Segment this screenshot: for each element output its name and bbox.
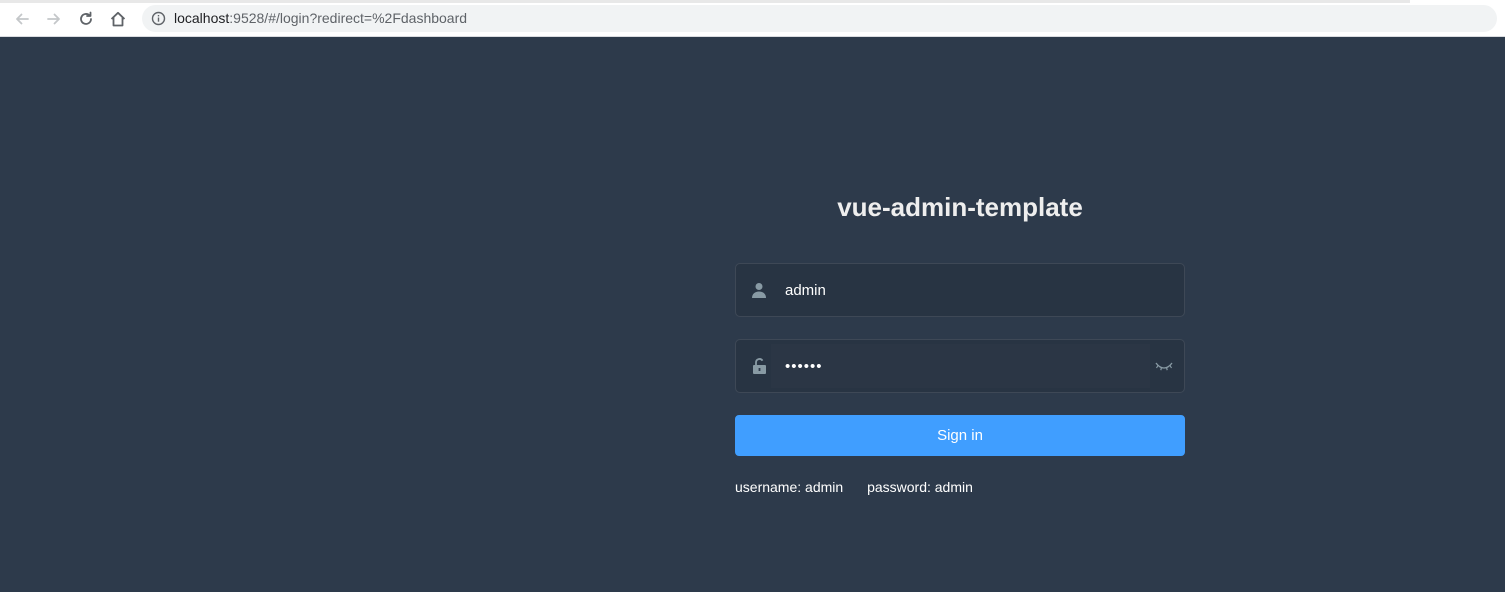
url-host: localhost <box>174 10 230 26</box>
user-icon <box>750 280 768 300</box>
home-button[interactable] <box>107 8 129 30</box>
lock-icon <box>750 356 768 376</box>
forward-button[interactable] <box>43 8 65 30</box>
password-input[interactable] <box>771 344 1150 388</box>
reload-button[interactable] <box>75 8 97 30</box>
browser-toolbar: localhost:9528/#/login?redirect=%2Fdashb… <box>0 0 1505 37</box>
home-icon <box>110 11 126 27</box>
reload-icon <box>80 11 92 25</box>
login-tips: username: admin password: admin <box>735 479 973 495</box>
username-input[interactable] <box>771 268 1150 312</box>
forward-arrow-icon <box>47 13 60 25</box>
tip-username: username: admin <box>735 479 844 495</box>
back-button[interactable] <box>11 8 33 30</box>
info-icon[interactable] <box>151 11 166 26</box>
password-field <box>735 339 1185 393</box>
eye-closed-icon[interactable] <box>1152 356 1176 376</box>
tab-strip <box>0 0 1410 3</box>
url-text[interactable]: localhost:9528/#/login?redirect=%2Fdashb… <box>174 10 467 26</box>
tip-password: password: admin <box>867 479 973 495</box>
sign-in-button[interactable]: Sign in <box>735 415 1185 456</box>
address-bar[interactable]: localhost:9528/#/login?redirect=%2Fdashb… <box>142 5 1497 32</box>
url-path: :9528/#/login?redirect=%2Fdashboard <box>229 10 468 26</box>
back-arrow-icon <box>16 13 29 25</box>
username-field <box>735 263 1185 317</box>
page-title: vue-admin-template <box>837 192 1083 222</box>
